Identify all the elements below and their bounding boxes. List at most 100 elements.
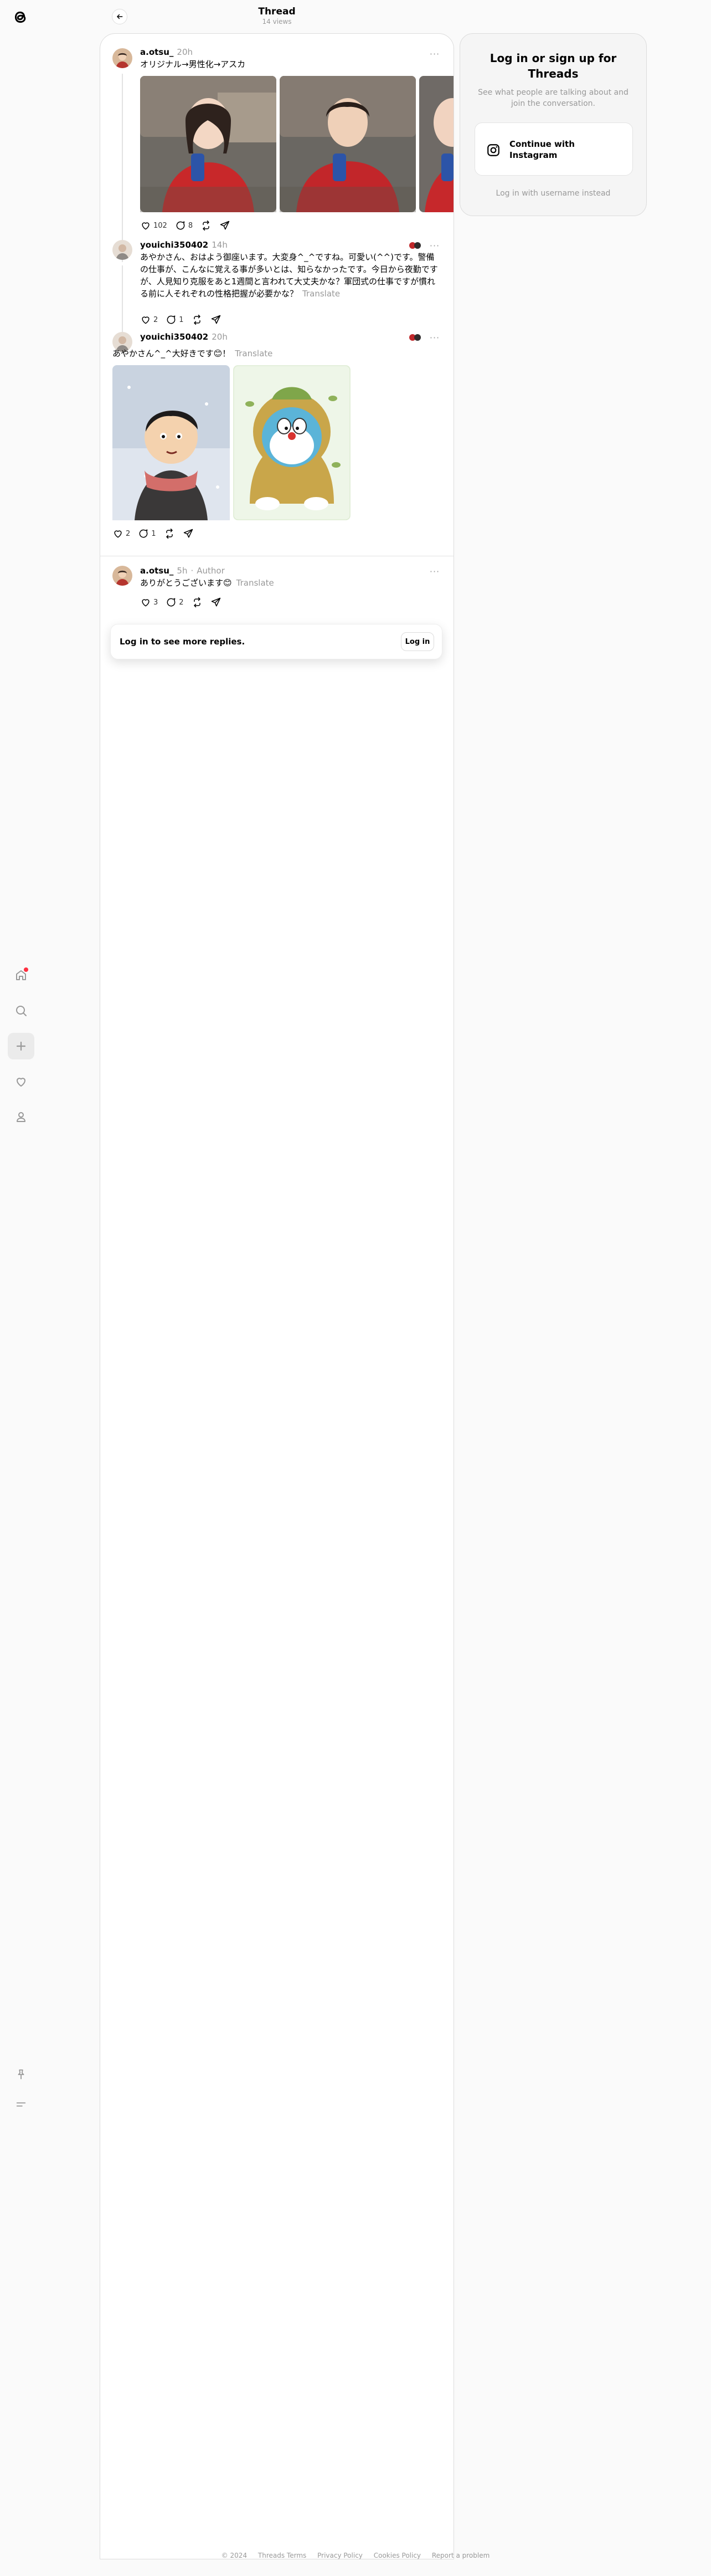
terms-link[interactable]: Threads Terms [258, 2552, 306, 2559]
username[interactable]: a.otsu_ [140, 566, 173, 576]
heart-icon [17, 1078, 25, 1087]
login-prompt-text: Log in to see more replies. [120, 637, 245, 647]
like-button[interactable]: 2 [112, 528, 130, 539]
like-count: 2 [126, 529, 131, 538]
translate-link[interactable]: Translate [302, 289, 340, 299]
reply-count: 2 [179, 598, 184, 607]
post-body: あやかさん、おはよう御座います。大変身^_^ですね。可愛い(^^)です。警備の仕… [140, 252, 438, 299]
username[interactable]: youichi350402 [140, 240, 208, 250]
comment-icon [167, 598, 176, 607]
report-link[interactable]: Report a problem [432, 2552, 490, 2559]
reaction-badge [409, 242, 421, 249]
login-panel: Log in or sign up for Threads See what p… [460, 33, 647, 216]
repost-icon [166, 528, 173, 539]
heart-icon [114, 530, 122, 538]
share-button[interactable] [210, 597, 221, 608]
post-image[interactable] [419, 76, 454, 212]
notification-dot [24, 967, 28, 972]
image-carousel[interactable] [140, 76, 454, 212]
page-title: Thread [258, 6, 296, 17]
view-count: 14 views [262, 18, 292, 25]
share-button[interactable] [183, 528, 194, 539]
panel-subtitle: See what people are talking about and jo… [478, 88, 628, 108]
threads-logo-icon[interactable] [10, 7, 31, 28]
translate-link[interactable]: Translate [235, 349, 272, 359]
username[interactable]: a.otsu_ [140, 47, 173, 57]
share-button[interactable] [210, 314, 221, 325]
continue-with-instagram-button[interactable]: Continue with Instagram [475, 122, 633, 176]
repost-button[interactable] [192, 314, 203, 325]
post-time: 14h [212, 240, 228, 250]
heart-icon [142, 222, 150, 230]
nav-create[interactable] [8, 1033, 34, 1059]
nav-activity[interactable] [8, 1068, 34, 1095]
reply-button[interactable]: 1 [166, 314, 184, 325]
more-options-button[interactable]: ··· [427, 48, 442, 59]
create-icon [16, 1041, 26, 1051]
copyright: © 2024 [221, 2552, 248, 2559]
comment-icon [176, 221, 185, 230]
post-image[interactable] [140, 76, 276, 212]
post-header: a.otsu_ 20h [140, 47, 193, 57]
continue-with-instagram-label: Continue with Instagram [509, 139, 575, 160]
like-button[interactable]: 3 [140, 597, 158, 608]
nav-pin[interactable] [8, 2061, 34, 2088]
more-options-button[interactable]: ··· [427, 332, 442, 343]
repost-button[interactable] [164, 528, 175, 539]
repost-button[interactable] [192, 597, 203, 608]
avatar[interactable] [112, 240, 132, 260]
post-header: youichi350402 20h [140, 332, 228, 342]
privacy-link[interactable]: Privacy Policy [317, 2552, 363, 2559]
post-image[interactable] [280, 76, 416, 212]
username-login-link[interactable]: Log in with username instead [460, 189, 646, 198]
post-actions: 102 8 [140, 218, 230, 233]
post-header: a.otsu_ 5h · Author [140, 566, 225, 576]
post-image[interactable] [233, 365, 351, 520]
heart-icon [142, 599, 150, 607]
post-body: ありがとうございます😊 [140, 578, 232, 588]
nav-menu[interactable] [8, 2091, 34, 2118]
nav-search[interactable] [8, 997, 34, 1024]
reply-button[interactable]: 8 [175, 220, 193, 231]
post-actions: 2 1 [112, 526, 194, 541]
like-button[interactable]: 102 [140, 220, 167, 231]
reaction-badge [409, 334, 421, 341]
cookies-link[interactable]: Cookies Policy [374, 2552, 421, 2559]
thread-line [122, 265, 123, 337]
nav-home[interactable] [8, 962, 34, 989]
post-body: あやかさん^_^大好きです😊！ [112, 349, 231, 359]
post-image[interactable] [112, 365, 230, 520]
search-icon [16, 1006, 27, 1016]
like-count: 3 [153, 598, 158, 607]
pin-icon [18, 2069, 24, 2080]
more-options-button[interactable]: ··· [427, 240, 442, 251]
avatar[interactable] [112, 48, 132, 68]
profile-icon [17, 1112, 25, 1122]
menu-icon [16, 2102, 26, 2107]
more-options-button[interactable]: ··· [427, 566, 442, 577]
footer: © 2024 Threads Terms Privacy Policy Cook… [0, 2552, 711, 2559]
username[interactable]: youichi350402 [140, 332, 208, 342]
login-prompt-card: Log in to see more replies. Log in [110, 624, 442, 659]
reply-button[interactable]: 1 [138, 528, 156, 539]
instagram-icon [487, 144, 499, 156]
comment-icon [167, 315, 176, 324]
post-time: 20h [212, 332, 228, 342]
thread-line [122, 74, 123, 262]
thread-header: Thread 14 views [100, 0, 454, 31]
nav-profile[interactable] [8, 1104, 34, 1130]
like-count: 2 [153, 315, 158, 324]
panel-title: Log in or sign up for Threads [490, 52, 617, 80]
repost-icon [203, 220, 209, 231]
log-in-button[interactable]: Log in [401, 632, 434, 651]
reply-count: 1 [151, 529, 156, 538]
avatar[interactable] [112, 566, 132, 586]
heart-icon [142, 316, 150, 324]
post-actions: 3 2 [140, 595, 221, 610]
repost-button[interactable] [200, 220, 212, 231]
like-button[interactable]: 2 [140, 314, 158, 325]
post-time: 5h [177, 566, 188, 576]
share-button[interactable] [219, 220, 230, 231]
translate-link[interactable]: Translate [236, 578, 274, 588]
reply-button[interactable]: 2 [166, 597, 184, 608]
